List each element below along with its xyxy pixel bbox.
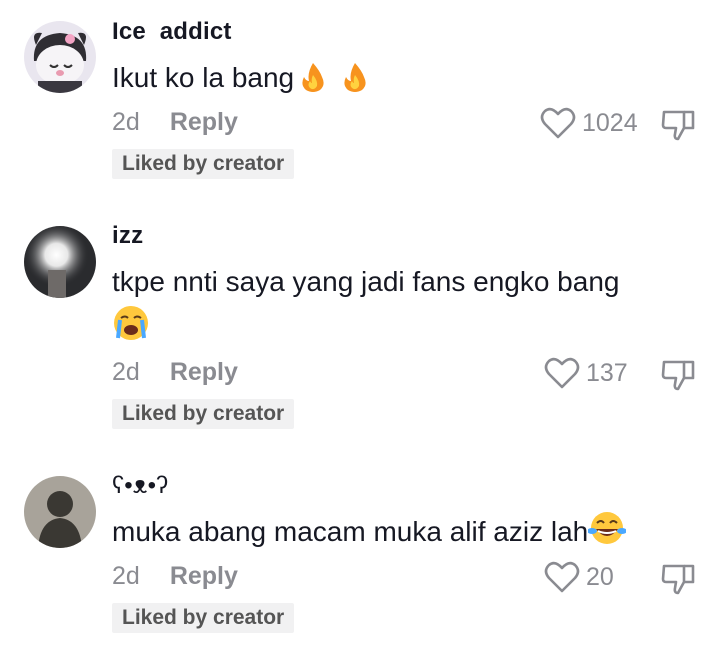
comment-item: izz tkpe nnti saya yang jadi fans engko … xyxy=(0,200,720,450)
face-with-tears-of-joy-emoji xyxy=(587,511,628,560)
like-count: 1024 xyxy=(582,108,638,137)
thumbs-down-icon xyxy=(661,360,695,391)
heart-icon xyxy=(544,561,580,593)
comment-meta: 2d Reply xyxy=(112,108,238,137)
reply-button[interactable]: Reply xyxy=(170,562,238,591)
dislike-button[interactable] xyxy=(660,356,696,392)
dislike-button[interactable] xyxy=(660,560,696,596)
like-button[interactable]: 1024 xyxy=(540,106,638,140)
fire-emoji xyxy=(340,61,370,106)
loudly-crying-face-emoji xyxy=(112,304,150,355)
like-button[interactable]: 20 xyxy=(544,560,614,594)
comment-item: Ice addict Ikut ko la bang 2d Reply 1024… xyxy=(0,0,720,200)
liked-by-creator-badge: Liked by creator xyxy=(112,149,295,179)
comment-text-body: Ikut ko la bang xyxy=(112,62,295,93)
comment-username[interactable]: izz xyxy=(112,222,143,250)
heart-icon xyxy=(544,357,580,389)
comment-text: tkpe nnti saya yang jadi fans engko bang xyxy=(112,260,702,355)
like-count: 137 xyxy=(586,358,628,387)
fire-emoji xyxy=(298,61,328,106)
comment-text: muka abang macam muka alif aziz lah xyxy=(112,510,702,560)
liked-by-creator-badge: Liked by creator xyxy=(112,399,295,429)
dislike-button[interactable] xyxy=(660,106,696,142)
reply-button[interactable]: Reply xyxy=(170,108,238,137)
like-count: 20 xyxy=(586,562,614,591)
avatar[interactable] xyxy=(24,21,96,93)
thumbs-down-icon xyxy=(661,564,695,595)
comment-text-body: tkpe nnti saya yang jadi fans engko bang xyxy=(112,266,620,297)
comment-time: 2d xyxy=(112,108,140,136)
thumbs-down-icon xyxy=(661,110,695,141)
comment-time: 2d xyxy=(112,358,140,386)
reply-button[interactable]: Reply xyxy=(170,358,238,387)
comment-item: ʕ•ᴥ•ʔ muka abang macam muka alif aziz la… xyxy=(0,450,720,656)
comment-text: Ikut ko la bang xyxy=(112,56,702,106)
liked-by-creator-badge: Liked by creator xyxy=(112,603,295,633)
like-button[interactable]: 137 xyxy=(544,356,628,390)
comment-username[interactable]: ʕ•ᴥ•ʔ xyxy=(112,472,168,500)
comment-meta: 2d Reply xyxy=(112,358,238,387)
heart-icon xyxy=(540,107,576,139)
avatar[interactable] xyxy=(24,476,96,548)
avatar[interactable] xyxy=(24,226,96,298)
comment-username[interactable]: Ice addict xyxy=(112,18,232,46)
comment-meta: 2d Reply xyxy=(112,562,238,591)
comment-text-body: muka abang macam muka alif aziz lah xyxy=(112,516,589,547)
comment-time: 2d xyxy=(112,562,140,590)
